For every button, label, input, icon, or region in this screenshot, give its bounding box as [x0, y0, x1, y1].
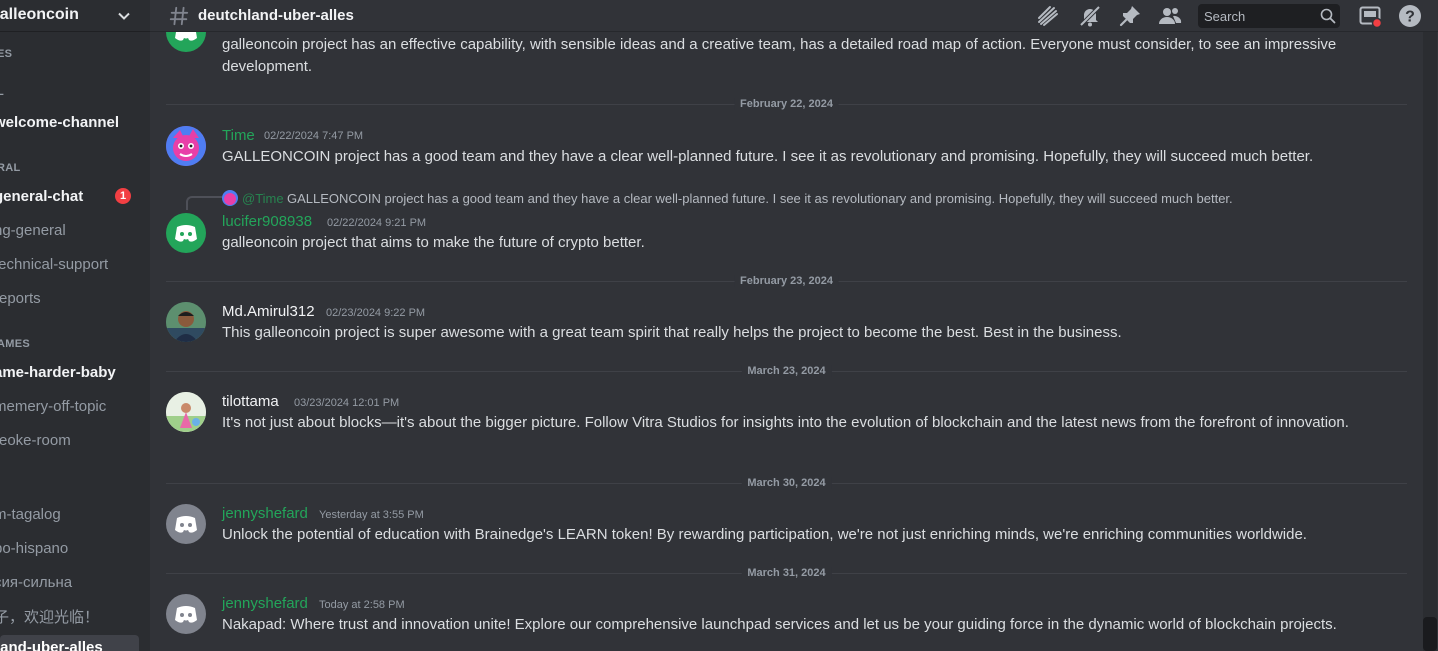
avatar[interactable]	[166, 302, 206, 342]
category-label[interactable]: AMES	[0, 338, 30, 350]
mute-bell-icon[interactable]	[1078, 4, 1102, 28]
discord-logo-icon	[175, 225, 197, 242]
reply-preview[interactable]: GALLEONCOIN project has a good team and …	[287, 191, 1233, 206]
scrollbar-thumb[interactable]	[1423, 617, 1437, 651]
channel-reports[interactable]: reports	[0, 290, 41, 307]
message-timestamp: 03/23/2024 12:01 PM	[294, 397, 400, 409]
avatar[interactable]	[166, 392, 206, 432]
message-content: Nakapad: Where trust and innovation unit…	[222, 616, 1337, 633]
threads-icon[interactable]	[1036, 4, 1060, 28]
date-divider: March 30, 2024	[166, 477, 1407, 489]
message-list: galleoncoin project has an effective cap…	[150, 32, 1420, 651]
date-divider: February 22, 2024	[166, 98, 1407, 110]
discord-logo-icon	[175, 516, 197, 533]
channel-hispano[interactable]: po-hispano	[0, 540, 68, 557]
discord-logo-icon	[175, 606, 197, 623]
category-label[interactable]: ES	[0, 48, 12, 60]
message-timestamp: Today at 2:58 PM	[319, 599, 405, 611]
channel-karaoke[interactable]: reoke-room	[0, 432, 71, 449]
channel-tagalog[interactable]: m-tagalog	[0, 506, 61, 523]
channel-header: deutchland-uber-alles ?	[150, 0, 1438, 32]
reply-author[interactable]: @Time	[242, 191, 284, 206]
avatar[interactable]	[166, 594, 206, 634]
message-content: galleoncoin project that aims to make th…	[222, 234, 645, 251]
hash-icon	[169, 6, 189, 26]
channel-russian[interactable]: сия-сильна	[0, 574, 72, 591]
scrollbar-track[interactable]	[1423, 32, 1437, 651]
search-icon	[1320, 8, 1336, 24]
reply-connector	[186, 196, 222, 210]
category-label[interactable]: RAL	[0, 162, 21, 174]
message-timestamp: 02/22/2024 9:21 PM	[327, 217, 427, 229]
photo-avatar-icon	[166, 392, 206, 432]
pin-icon[interactable]	[1118, 4, 1142, 28]
svg-text:?: ?	[1405, 9, 1415, 26]
channel-welcome[interactable]: welcome-channel	[0, 114, 119, 131]
search-box[interactable]	[1198, 4, 1340, 28]
cartoon-avatar-icon	[166, 126, 206, 166]
message-author[interactable]: Md.Amirul312	[222, 303, 315, 320]
channel-active[interactable]: land-uber-alles	[0, 635, 139, 651]
avatar[interactable]	[166, 213, 206, 253]
channel-offtopic[interactable]: memery-off-topic	[0, 398, 106, 415]
channel-technical-support[interactable]: technical-support	[0, 256, 108, 273]
message-author[interactable]: jennyshefard	[222, 595, 308, 612]
avatar[interactable]	[166, 126, 206, 166]
message-content: GALLEONCOIN project has a good team and …	[222, 148, 1314, 165]
server-header[interactable]: galleoncoin	[0, 0, 150, 32]
category-label[interactable]: L	[0, 86, 4, 98]
message-author[interactable]: lucifer908938	[222, 213, 312, 230]
discord-logo-icon	[175, 32, 197, 41]
message-content: This galleoncoin project is super awesom…	[222, 324, 1122, 341]
message-timestamp: 02/22/2024 7:47 PM	[264, 130, 364, 142]
message-author[interactable]: jennyshefard	[222, 505, 308, 522]
reply-avatar	[222, 190, 238, 206]
channel-general-chat[interactable]: general-chat	[0, 188, 83, 205]
channel-active-label: land-uber-alles	[0, 639, 103, 651]
search-input[interactable]	[1204, 7, 1314, 25]
channel-chinese[interactable]: 子，欢迎光临！	[0, 606, 99, 627]
inbox-icon[interactable]	[1358, 4, 1382, 28]
help-icon[interactable]: ?	[1398, 4, 1422, 28]
message-content: It's not just about blocks—it's about th…	[222, 414, 1349, 431]
message-content: Unlock the potential of education with B…	[222, 526, 1307, 543]
channel-sidebar: galleoncoin ES L welcome-channel RAL gen…	[0, 0, 150, 651]
mention-badge: 1	[115, 188, 131, 204]
message-timestamp: Yesterday at 3:55 PM	[319, 509, 424, 521]
avatar[interactable]	[166, 504, 206, 544]
channel-general-lang[interactable]: ng-general	[0, 222, 66, 239]
server-name: galleoncoin	[0, 6, 79, 23]
channel-title: deutchland-uber-alles	[198, 7, 354, 24]
date-divider: March 23, 2024	[166, 365, 1407, 377]
channel-harder[interactable]: ame-harder-baby	[0, 364, 116, 381]
message-author[interactable]: Time	[222, 127, 255, 144]
chevron-down-icon	[118, 12, 130, 20]
date-divider: February 23, 2024	[166, 275, 1407, 287]
members-icon[interactable]	[1158, 4, 1182, 28]
date-divider: March 31, 2024	[166, 567, 1407, 579]
message-timestamp: 02/23/2024 9:22 PM	[326, 307, 426, 319]
photo-avatar-icon	[166, 302, 206, 342]
message-content: galleoncoin project has an effective cap…	[222, 36, 1337, 75]
avatar[interactable]	[166, 32, 206, 52]
message-author[interactable]: tilottama	[222, 393, 279, 410]
